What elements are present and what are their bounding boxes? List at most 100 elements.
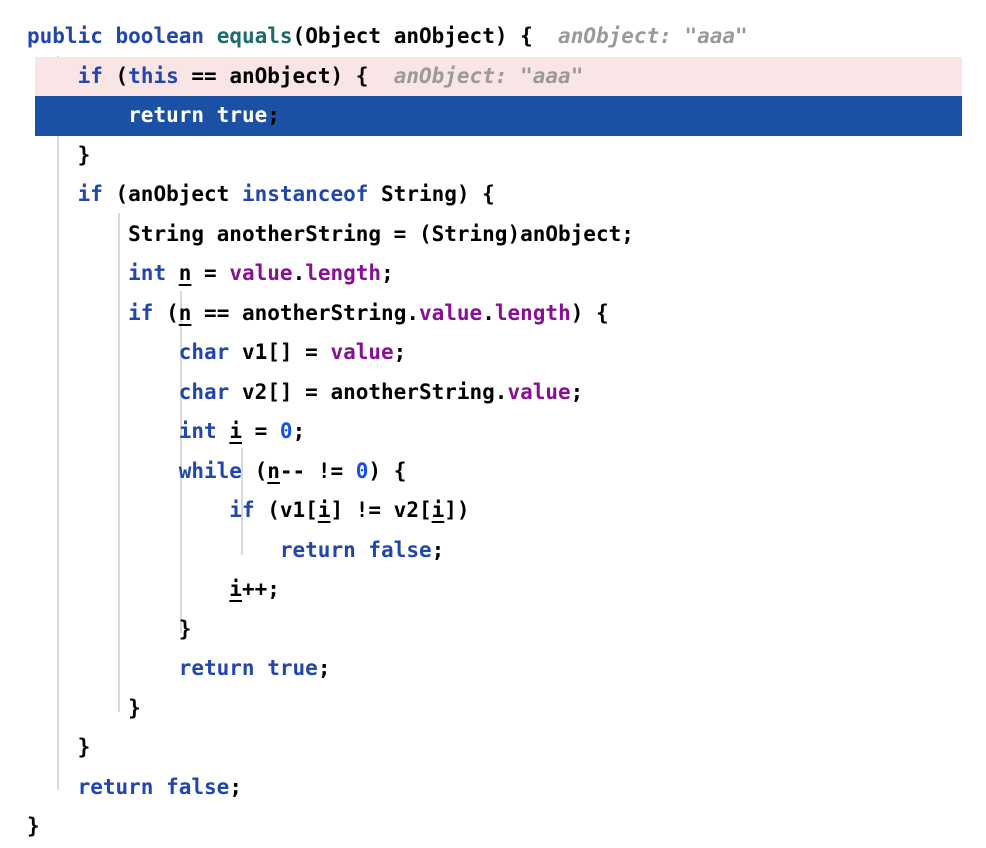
code-line[interactable]: String anotherString = (String)anObject;: [0, 215, 986, 255]
code-token-plain: }: [77, 142, 91, 167]
code-token-local: n: [267, 458, 280, 483]
code-line[interactable]: }: [0, 689, 986, 729]
code-token-keyword: return: [178, 656, 255, 680]
code-line-content: }: [0, 610, 192, 650]
code-line[interactable]: int i = 0;: [0, 412, 986, 452]
code-token-keyword: if: [229, 498, 255, 522]
code-line-content: }: [0, 807, 40, 847]
code-token-plain: (v1[: [254, 498, 318, 522]
code-line-content: if (this == anObject) { anObject: "aaa": [0, 57, 584, 97]
code-line[interactable]: }: [0, 807, 986, 847]
code-line[interactable]: if (n == anotherString.value.length) {: [0, 294, 986, 334]
code-line[interactable]: }: [0, 136, 986, 176]
inline-debug-hint[interactable]: anObject: "aaa": [368, 64, 584, 88]
code-token-field: length: [494, 300, 571, 325]
code-token-method: equals: [216, 24, 293, 48]
code-token-plain: ++;: [241, 577, 280, 601]
code-token-keyword: true: [267, 656, 318, 680]
code-token-plain: (: [153, 300, 179, 325]
code-token-plain: -- !=: [279, 458, 356, 483]
inline-debug-hint[interactable]: anObject: "aaa": [533, 24, 748, 48]
code-token-plain: == anObject) {: [178, 63, 369, 88]
code-line-content: while (n-- != 0) {: [0, 452, 407, 492]
code-line[interactable]: }: [0, 728, 986, 768]
code-token-plain: ) {: [368, 458, 407, 483]
code-token-field: length: [305, 261, 382, 285]
code-token-field: value: [507, 379, 571, 404]
code-token-plain: ;: [229, 774, 242, 799]
code-line[interactable]: }: [0, 610, 986, 650]
code-token-plain: }: [27, 814, 40, 838]
code-token-number: 0: [279, 419, 293, 443]
code-token-local: i: [229, 419, 242, 443]
code-token-keyword: while: [178, 458, 242, 483]
code-line[interactable]: char v1[] = value;: [0, 333, 986, 373]
code-line[interactable]: public boolean equals(Object anObject) {…: [0, 17, 986, 57]
code-line[interactable]: return true;: [0, 649, 986, 689]
code-line[interactable]: if (v1[i] != v2[i]): [0, 491, 986, 531]
code-token-keyword: int: [128, 261, 167, 285]
code-line[interactable]: return true;: [0, 96, 986, 136]
code-token-plain: ;: [267, 103, 280, 127]
code-line-content: int i = 0;: [0, 412, 306, 452]
code-token-plain: ]): [444, 498, 470, 522]
code-token-keyword: this: [128, 63, 179, 88]
code-line-content: }: [0, 689, 141, 729]
code-line[interactable]: if (this == anObject) { anObject: "aaa": [0, 56, 986, 97]
code-token-keyword: true: [216, 103, 268, 127]
code-token-plain: }: [178, 616, 192, 641]
code-line[interactable]: int n = value.length;: [0, 254, 986, 294]
code-token-keyword: false: [166, 774, 230, 799]
code-token-plain: ;: [393, 340, 407, 364]
code-token-plain: ] != v2[: [330, 498, 432, 522]
code-line-content: if (v1[i] != v2[i]): [0, 491, 470, 531]
code-token-plain: == anotherString.: [191, 300, 419, 325]
code-line-content: char v2[] = anotherString.value;: [0, 373, 584, 413]
code-token-plain: =: [191, 261, 230, 285]
code-line-content: int n = value.length;: [0, 254, 394, 294]
code-line[interactable]: return false;: [0, 531, 986, 571]
code-token-plain: (anObject: [102, 182, 242, 206]
code-token-keyword: if: [77, 182, 103, 206]
code-token-keyword: false: [368, 537, 432, 562]
code-line[interactable]: return false;: [0, 768, 986, 808]
code-token-field: value: [330, 340, 394, 364]
code-token-plain: .: [292, 261, 306, 285]
code-token-number: 0: [355, 458, 369, 483]
code-editor[interactable]: public boolean equals(Object anObject) {…: [0, 0, 986, 848]
code-line[interactable]: if (anObject instanceof String) {: [0, 175, 986, 215]
code-line[interactable]: while (n-- != 0) {: [0, 452, 986, 492]
code-token-plain: String anotherString = (String)anObject;: [128, 221, 634, 246]
code-line-content: if (n == anotherString.value.length) {: [0, 294, 609, 334]
code-token-keyword: if: [128, 300, 154, 325]
code-line[interactable]: i++;: [0, 570, 986, 610]
code-token-keyword: boolean: [115, 24, 205, 48]
code-line-content: }: [0, 728, 91, 768]
code-token-local: i: [229, 577, 242, 601]
code-line-content: public boolean equals(Object anObject) {…: [0, 17, 748, 57]
code-line[interactable]: char v2[] = anotherString.value;: [0, 373, 986, 413]
code-token-local: i: [317, 498, 331, 522]
code-token-plain: (Object anObject) {: [292, 24, 533, 48]
code-token-keyword: instanceof: [241, 182, 369, 206]
